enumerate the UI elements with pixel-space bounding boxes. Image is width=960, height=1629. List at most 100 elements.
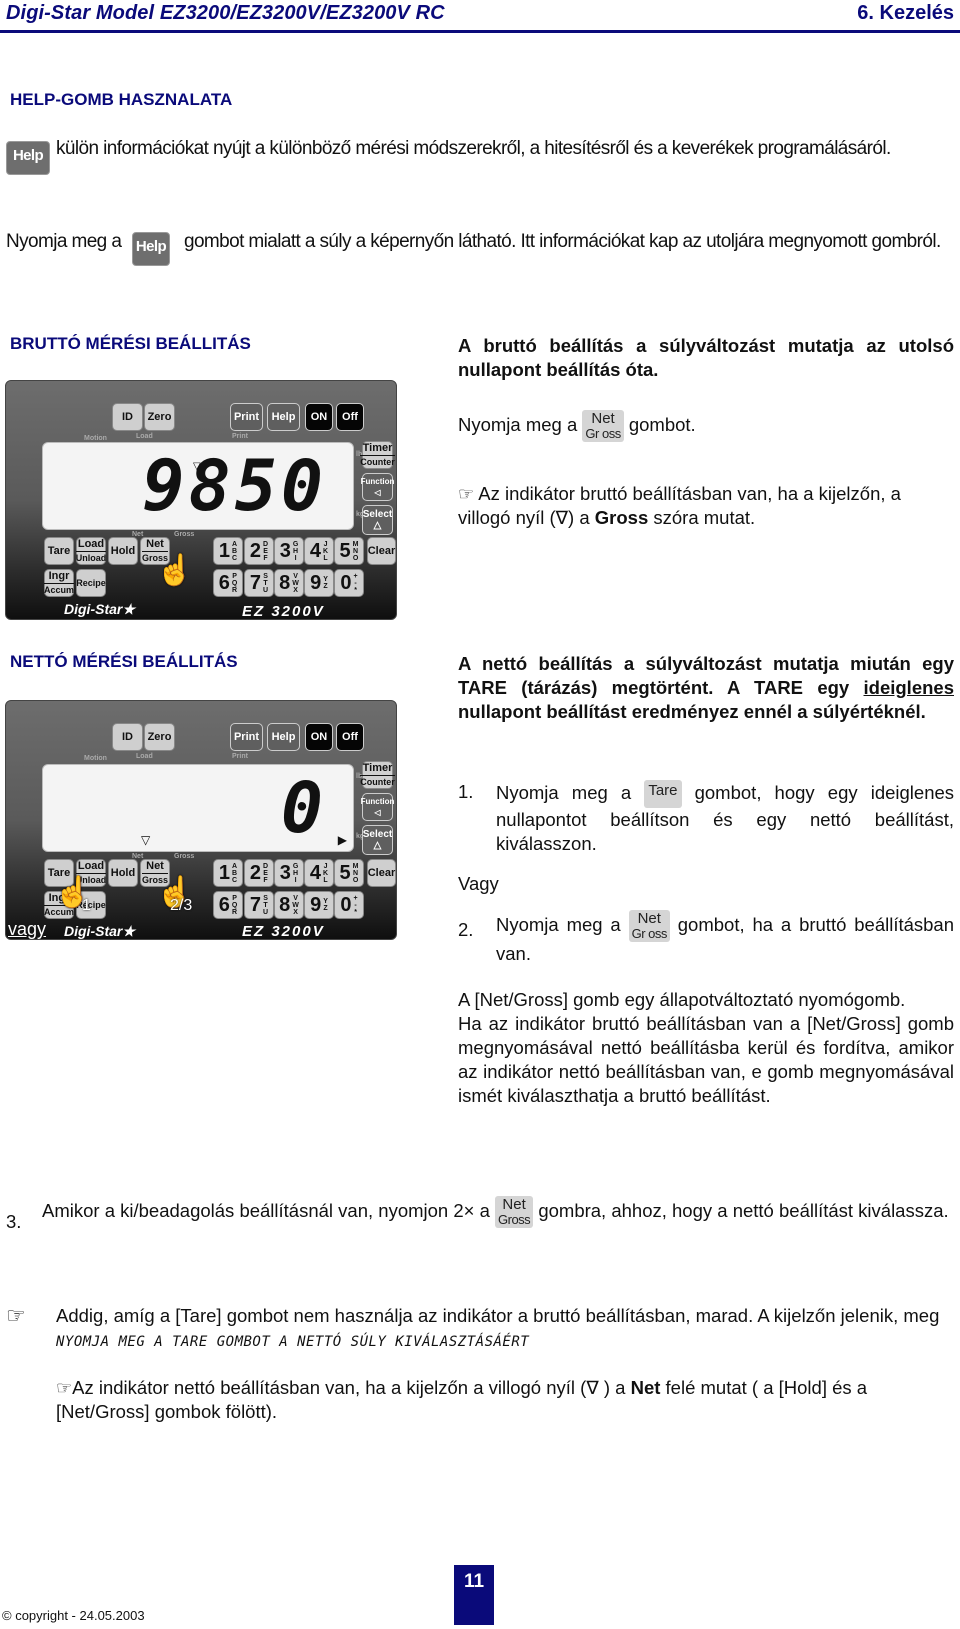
panel-select-key[interactable]: Select △ <box>362 505 393 535</box>
help-section-title: HELP-GOMB HASZNALATA <box>10 90 233 109</box>
key-letters: + - * <box>354 895 358 916</box>
tare-key-icon: Tare <box>644 780 682 808</box>
panel-clear-key[interactable]: Clear <box>367 537 396 565</box>
key-letter: P <box>232 572 237 580</box>
key-letters: YZ <box>323 576 328 590</box>
key-digit: 2 <box>249 862 262 884</box>
panel-print-key[interactable]: Print <box>230 403 263 431</box>
panel-timer-counter-key[interactable]: Timer Counter <box>360 441 395 469</box>
panel-off-key[interactable]: Off <box>336 723 364 751</box>
panel-id-key[interactable]: ID <box>112 723 143 751</box>
note-1-main: Addig, amíg a [Tare] gombot nem használj… <box>56 1305 940 1326</box>
panel-off-key[interactable]: Off <box>336 403 364 431</box>
toggle-paragraph: A [Net/Gross] gomb egy állapotváltoztató… <box>458 988 954 1108</box>
pressing-hand-icon: ☝ <box>156 554 194 587</box>
key-letter: T <box>263 579 268 587</box>
net-arrow-indicator: ▽ <box>141 833 151 847</box>
note-1-lcd-text: NYOMJA MEG A TARE GOMBOT A NETTÓ SÚLY KI… <box>56 1334 530 1350</box>
panel-key-1[interactable]: 1ABC <box>213 537 243 565</box>
panel-clear-key[interactable]: Clear <box>367 859 396 887</box>
panel-key-9[interactable]: 9YZ <box>304 569 334 597</box>
panel-key-0[interactable]: 0 + - * <box>334 891 364 919</box>
key-letter: L <box>323 876 328 884</box>
key-digit: 0 <box>340 894 352 916</box>
key-digit: 7 <box>249 894 262 916</box>
key-letter: H <box>293 547 299 555</box>
panel-load-unload-key[interactable]: Load Unload <box>75 537 107 565</box>
panel-timer-counter-key[interactable]: Timer Counter <box>360 761 395 789</box>
key-letter: T <box>263 901 268 909</box>
panel-key-7[interactable]: 7STU <box>244 891 274 919</box>
panel-key-4[interactable]: 4JKL <box>304 859 334 887</box>
panel-id-key[interactable]: ID <box>112 403 143 431</box>
key-letter: E <box>263 869 268 877</box>
panel-zero-key[interactable]: Zero <box>144 403 175 431</box>
panel-key-3[interactable]: 3GHI <box>274 859 304 887</box>
panel-zero-key[interactable]: Zero <box>144 723 175 751</box>
panel-help-key[interactable]: Help <box>267 723 300 751</box>
key-letter: R <box>232 908 238 916</box>
gross-arrow-indicator: ▽ <box>193 461 201 472</box>
panel-key-8[interactable]: 8VWX <box>274 891 304 919</box>
panel-key-9[interactable]: 9YZ <box>304 891 334 919</box>
function-text: Function <box>360 797 395 806</box>
panel-function-key[interactable]: Function ◁ <box>361 473 394 501</box>
header-divider <box>0 30 960 33</box>
panel-ingr-accum-key[interactable]: Ingr Accum <box>44 569 75 597</box>
net-step-2: 2. Nyomja meg a Net Gr oss gombot, ha a b… <box>458 910 954 966</box>
panel-key-3[interactable]: 3GHI <box>274 537 304 565</box>
panel-recipe-key[interactable]: Recipe <box>76 569 106 597</box>
step-1-before: Nyomja meg a <box>496 781 632 803</box>
panel-key-2[interactable]: 2DEF <box>244 859 274 887</box>
step-3-after: gombra, ahhoz, hogy a nettó beállítást k… <box>538 1199 949 1221</box>
model-label: EZ 3200V <box>242 603 325 620</box>
key-digit: 1 <box>218 862 231 884</box>
panel-key-0[interactable]: 0 + - * <box>334 569 364 597</box>
panel-select-key[interactable]: Select △ <box>362 825 393 855</box>
panel-help-key[interactable]: Help <box>267 403 300 431</box>
key-letter: N <box>353 869 359 877</box>
panel-print-key[interactable]: Print <box>230 723 263 751</box>
key-letter: A <box>232 862 238 870</box>
panel-tare-key[interactable]: Tare <box>44 537 74 565</box>
key-letter: P <box>232 894 237 902</box>
panel-on-key[interactable]: ON <box>305 403 333 431</box>
key-letter: Y <box>323 576 328 583</box>
panel-key-8[interactable]: 8VWX <box>274 569 304 597</box>
key-letter: S <box>263 894 268 902</box>
key-letter: B <box>232 869 238 877</box>
panel-key-4[interactable]: 4JKL <box>304 537 334 565</box>
panel-key-1[interactable]: 1ABC <box>213 859 243 887</box>
gross-note-bold: Gross <box>594 507 649 528</box>
panel-key-2[interactable]: 2DEF <box>244 537 274 565</box>
panel-key-6[interactable]: 6PQR <box>213 569 243 597</box>
key-letter: O <box>352 554 359 562</box>
panel-key-5[interactable]: 5MNO <box>334 859 364 887</box>
key-letter: J <box>323 862 328 870</box>
panel-hold-key[interactable]: Hold <box>108 859 138 887</box>
key-letter: I <box>294 876 297 884</box>
key-letters: STU <box>263 573 268 594</box>
panel-key-7[interactable]: 7STU <box>244 569 274 597</box>
key-letter: U <box>263 908 269 916</box>
key-digit: 6 <box>218 572 230 594</box>
key-digit: 0 <box>340 572 352 594</box>
panel-key-5[interactable]: 5MNO <box>334 537 364 565</box>
chapter-title: 6. Kezelés <box>857 2 954 24</box>
step-3-number: 3. <box>6 1211 22 1232</box>
key-letter: H <box>293 869 299 877</box>
page-number: 11 <box>454 1565 494 1625</box>
key-digit: 3 <box>279 540 291 562</box>
panel-function-key[interactable]: Function ◁ <box>360 793 395 821</box>
panel-hold-key[interactable]: Hold <box>108 537 138 565</box>
net-gross-key-icon: Net Gr oss <box>628 910 670 942</box>
panel-key-6[interactable]: 6PQR <box>213 891 243 919</box>
gross-press-after: gombot. <box>628 413 696 435</box>
key-letter: C <box>232 876 238 884</box>
motion-label: Motion <box>84 755 107 762</box>
panel-on-key[interactable]: ON <box>305 723 333 751</box>
key-digit: 9 <box>310 894 322 916</box>
load-label: Load <box>136 433 153 440</box>
model-label: EZ 3200V <box>242 923 325 940</box>
step-3-text: Amikor a ki/beadagolás beállításnál van,… <box>42 1196 956 1234</box>
